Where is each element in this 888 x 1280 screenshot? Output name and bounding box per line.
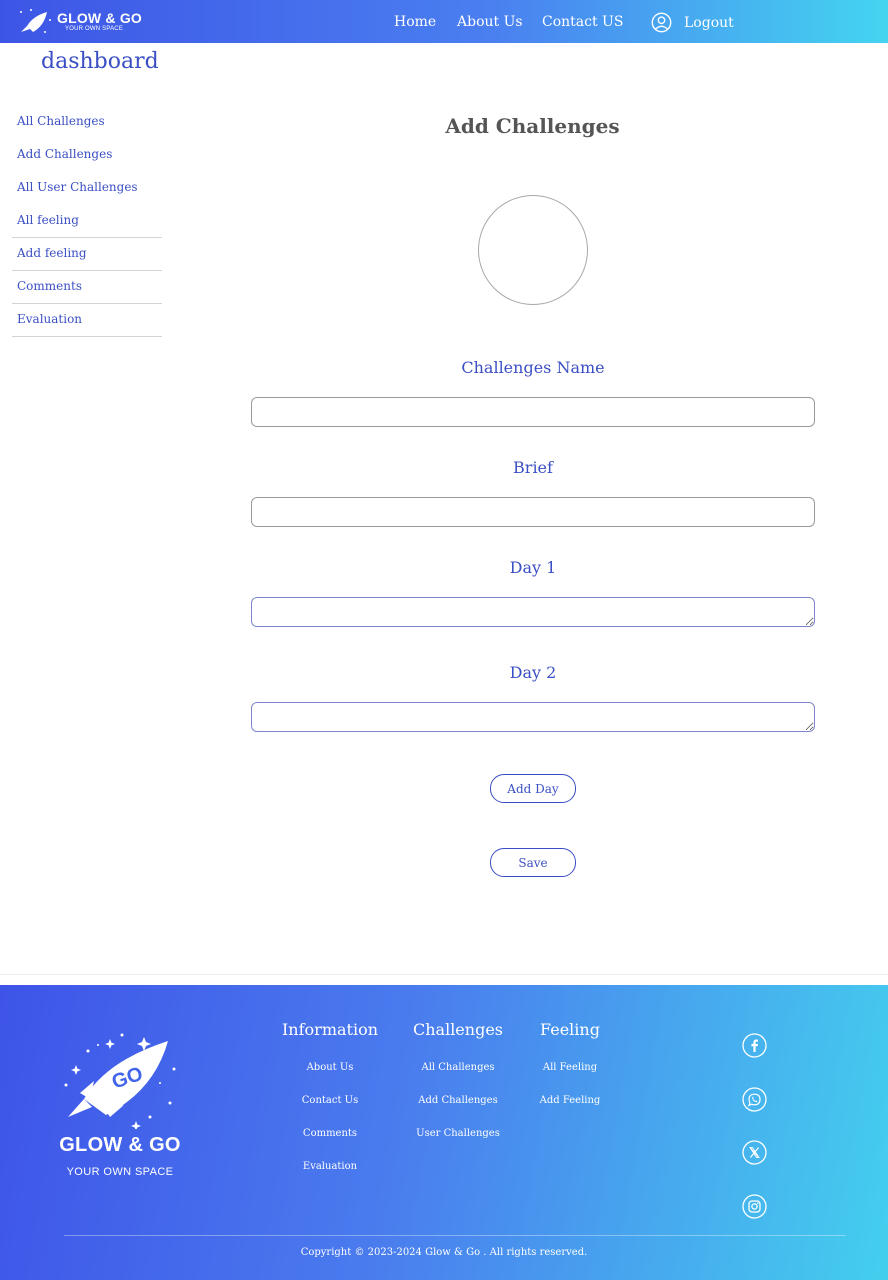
sidebar-item-all-feeling[interactable]: All feeling <box>12 205 162 238</box>
footer-column-feeling: Feeling All Feeling Add Feeling <box>525 1020 615 1117</box>
page-title: Add Challenges <box>445 114 620 138</box>
footer-brand-tagline: YOUR OWN SPACE <box>66 1166 174 1178</box>
nav-contact-us[interactable]: Contact US <box>542 14 623 30</box>
day-2-textarea[interactable] <box>251 702 815 732</box>
footer-column-title: Feeling <box>540 1020 600 1039</box>
day-2-label: Day 2 <box>509 663 557 682</box>
footer-rule <box>64 1235 846 1236</box>
sidebar-item-add-feeling[interactable]: Add feeling <box>12 238 162 271</box>
add-day-button[interactable]: Add Day <box>490 774 576 803</box>
footer-link-all-feeling[interactable]: All Feeling <box>525 1051 615 1084</box>
footer-column-title: Information <box>281 1020 379 1039</box>
footer-link-add-feeling[interactable]: Add Feeling <box>525 1084 615 1117</box>
footer-link-user-challenges[interactable]: User Challenges <box>408 1117 508 1150</box>
challenge-name-input[interactable] <box>251 397 815 427</box>
challenge-image-upload[interactable] <box>478 195 588 305</box>
whatsapp-icon[interactable] <box>742 1087 767 1112</box>
sidebar-title: dashboard <box>41 49 159 74</box>
footer-brand-name: GLOW & GO <box>59 1134 181 1156</box>
copyright-text: Copyright © 2023-2024 Glow & Go . All ri… <box>300 1247 588 1258</box>
footer-link-about-us[interactable]: About Us <box>280 1051 380 1084</box>
sidebar-item-all-user-challenges[interactable]: All User Challenges <box>12 172 162 205</box>
sidebar-item-add-challenges[interactable]: Add Challenges <box>12 139 162 172</box>
brand-text: GLOW & GO YOUR OWN SPACE <box>57 11 142 33</box>
sidebar-item-evaluation[interactable]: Evaluation <box>12 304 162 337</box>
logout-button[interactable]: Logout <box>651 12 734 33</box>
sidebar-item-comments[interactable]: Comments <box>12 271 162 304</box>
brand-logo[interactable]: GLOW & GO YOUR OWN SPACE <box>17 6 142 38</box>
x-icon[interactable] <box>742 1140 767 1165</box>
brand-tagline: YOUR OWN SPACE <box>65 26 124 32</box>
brief-label: Brief <box>513 458 553 477</box>
footer-divider <box>0 974 888 975</box>
footer-column-information: Information About Us Contact Us Comments… <box>280 1020 380 1183</box>
footer-column-title: Challenges <box>412 1020 503 1039</box>
brand-name: GLOW & GO <box>57 10 143 26</box>
footer-link-comments[interactable]: Comments <box>280 1117 380 1150</box>
nav-home[interactable]: Home <box>394 14 436 30</box>
footer-logo: GO GLOW & GO <box>50 1029 190 1156</box>
nav-about-us[interactable]: About Us <box>457 14 523 30</box>
brief-input[interactable] <box>251 497 815 527</box>
logout-label: Logout <box>684 14 734 31</box>
day-1-label: Day 1 <box>509 558 557 577</box>
rocket-logo-icon <box>20 9 51 33</box>
instagram-icon[interactable] <box>742 1194 767 1219</box>
user-circle-icon <box>651 12 672 33</box>
footer-link-evaluation[interactable]: Evaluation <box>280 1150 380 1183</box>
footer-column-challenges: Challenges All Challenges Add Challenges… <box>408 1020 508 1150</box>
facebook-icon[interactable] <box>742 1033 767 1058</box>
footer: GO GLOW & GO YOUR OWN SPACE Information … <box>0 985 888 1280</box>
rocket-logo-icon: GO <box>64 1033 176 1131</box>
top-navbar: GLOW & GO YOUR OWN SPACE Home About Us C… <box>0 0 888 43</box>
challenge-name-label: Challenges Name <box>461 358 605 377</box>
sidebar-menu: All Challenges Add Challenges All User C… <box>12 106 162 337</box>
save-button[interactable]: Save <box>490 848 576 877</box>
footer-link-contact-us[interactable]: Contact Us <box>280 1084 380 1117</box>
footer-link-add-challenges[interactable]: Add Challenges <box>408 1084 508 1117</box>
day-1-textarea[interactable] <box>251 597 815 627</box>
footer-link-all-challenges[interactable]: All Challenges <box>408 1051 508 1084</box>
